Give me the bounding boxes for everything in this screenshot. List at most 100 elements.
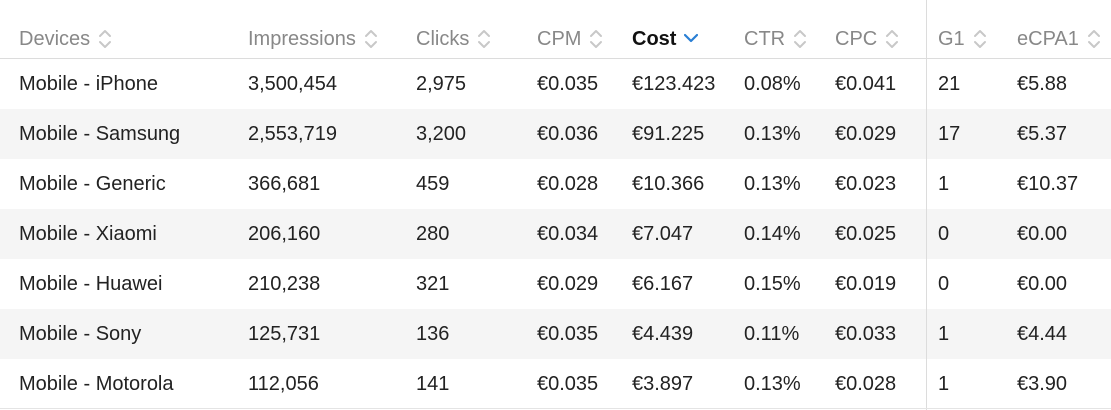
cell-devices: Mobile - iPhone: [19, 73, 158, 95]
cell-ecpa1: €0.00: [1017, 223, 1068, 245]
cell-clicks: 2,975: [416, 73, 467, 95]
sort-icon[interactable]: [885, 25, 899, 53]
cell-g1: 21: [938, 73, 961, 95]
cell-cpc: €0.033: [835, 323, 897, 345]
sort-desc-icon[interactable]: [684, 25, 699, 53]
cell-ecpa1: €5.37: [1017, 123, 1068, 145]
cell-cpc: €0.029: [835, 123, 897, 145]
cell-ecpa1: €0.00: [1017, 273, 1068, 295]
cell-ctr: 0.13%: [744, 373, 801, 395]
column-header-g1[interactable]: G1: [938, 22, 987, 56]
cell-devices: Mobile - Motorola: [19, 373, 174, 395]
cell-cost: €91.225: [632, 123, 705, 145]
sort-icon[interactable]: [973, 25, 987, 53]
cell-cost: €3.897: [632, 373, 694, 395]
column-header-label: Devices: [19, 28, 91, 50]
table-bottom-divider: [0, 408, 1111, 409]
cell-cost: €7.047: [632, 223, 694, 245]
sort-icon[interactable]: [98, 25, 112, 53]
cell-cpm: €0.029: [537, 273, 599, 295]
cell-g1: 1: [938, 173, 950, 195]
cell-ecpa1: €3.90: [1017, 373, 1068, 395]
cell-cpc: €0.041: [835, 73, 897, 95]
cell-ecpa1: €4.44: [1017, 323, 1068, 345]
cell-devices: Mobile - Sony: [19, 323, 142, 345]
sort-icon[interactable]: [793, 25, 807, 53]
cell-impressions: 125,731: [248, 323, 321, 345]
cell-clicks: 141: [416, 373, 450, 395]
cell-clicks: 136: [416, 323, 450, 345]
column-header-cpm[interactable]: CPM: [537, 22, 603, 56]
table-header: Devices Impressions Clicks CPM Cost CTR …: [0, 0, 1111, 59]
cell-cpm: €0.028: [537, 173, 599, 195]
cell-ctr: 0.13%: [744, 173, 801, 195]
cell-ecpa1: €5.88: [1017, 73, 1068, 95]
cell-cpm: €0.035: [537, 373, 599, 395]
cell-cpm: €0.034: [537, 223, 599, 245]
cell-ctr: 0.08%: [744, 73, 801, 95]
cell-cpc: €0.019: [835, 273, 897, 295]
column-header-label: Impressions: [248, 28, 356, 50]
cell-ctr: 0.15%: [744, 273, 801, 295]
column-header-ecpa1[interactable]: eCPA1: [1017, 22, 1101, 56]
cell-impressions: 3,500,454: [248, 73, 337, 95]
cell-impressions: 210,238: [248, 273, 321, 295]
cell-devices: Mobile - Xiaomi: [19, 223, 157, 245]
column-header-impressions[interactable]: Impressions: [248, 22, 378, 56]
cell-cost: €6.167: [632, 273, 694, 295]
cell-impressions: 366,681: [248, 173, 321, 195]
column-header-label: G1: [938, 28, 965, 50]
cell-impressions: 206,160: [248, 223, 321, 245]
column-header-label: Cost: [632, 28, 677, 50]
cell-ctr: 0.11%: [744, 323, 800, 345]
cell-clicks: 280: [416, 223, 450, 245]
table-row[interactable]: Mobile - iPhone 3,500,454 2,975 €0.035 €123.…: [0, 59, 1111, 109]
cell-g1: 17: [938, 123, 961, 145]
column-header-label: CTR: [744, 28, 786, 50]
cell-clicks: 3,200: [416, 123, 467, 145]
sort-icon[interactable]: [364, 25, 378, 53]
table-row[interactable]: Mobile - Sony 125,731 136 €0.035 €4.439 0.11%…: [0, 309, 1111, 359]
cell-impressions: 112,056: [248, 373, 319, 395]
cell-g1: 0: [938, 273, 950, 295]
column-header-ctr[interactable]: CTR: [744, 22, 807, 56]
cell-devices: Mobile - Generic: [19, 173, 166, 195]
cell-cpm: €0.036: [537, 123, 599, 145]
table-row[interactable]: Mobile - Xiaomi 206,160 280 €0.034 €7.047 0.1…: [0, 209, 1111, 259]
column-header-label: eCPA1: [1017, 28, 1079, 50]
column-header-cpc[interactable]: CPC: [835, 22, 899, 56]
devices-table: Devices Impressions Clicks CPM Cost CTR …: [0, 0, 1111, 410]
sort-icon[interactable]: [477, 25, 491, 53]
cell-cpm: €0.035: [537, 73, 599, 95]
column-header-label: Clicks: [416, 28, 470, 50]
column-header-label: CPC: [835, 28, 878, 50]
cell-ctr: 0.13%: [744, 123, 801, 145]
cell-ctr: 0.14%: [744, 223, 801, 245]
cell-g1: 0: [938, 223, 950, 245]
sort-icon[interactable]: [1087, 25, 1101, 53]
cell-impressions: 2,553,719: [248, 123, 337, 145]
cell-cpm: €0.035: [537, 323, 599, 345]
table-row[interactable]: Mobile - Samsung 2,553,719 3,200 €0.036 €91.…: [0, 109, 1111, 159]
cell-clicks: 321: [416, 273, 450, 295]
cell-clicks: 459: [416, 173, 450, 195]
cell-devices: Mobile - Huawei: [19, 273, 163, 295]
cell-g1: 1: [938, 323, 950, 345]
table-row[interactable]: Mobile - Huawei 210,238 321 €0.029 €6.167 0.1…: [0, 259, 1111, 309]
table-row[interactable]: Mobile - Generic 366,681 459 €0.028 €10.366 0…: [0, 159, 1111, 209]
cell-cpc: €0.025: [835, 223, 897, 245]
sort-icon[interactable]: [589, 25, 603, 53]
cell-ecpa1: €10.37: [1017, 173, 1079, 195]
frozen-column-divider: [926, 0, 927, 410]
column-header-label: CPM: [537, 28, 582, 50]
cell-g1: 1: [938, 373, 950, 395]
cell-cpc: €0.023: [835, 173, 897, 195]
column-header-cost[interactable]: Cost: [632, 22, 699, 56]
cell-cpc: €0.028: [835, 373, 897, 395]
column-header-devices[interactable]: Devices: [19, 22, 112, 56]
column-header-clicks[interactable]: Clicks: [416, 22, 491, 56]
cell-cost: €123.423: [632, 73, 716, 95]
table-row[interactable]: Mobile - Motorola 112,056 141 €0.035 €3.897 0…: [0, 359, 1111, 409]
cell-devices: Mobile - Samsung: [19, 123, 181, 145]
cell-cost: €4.439: [632, 323, 694, 345]
